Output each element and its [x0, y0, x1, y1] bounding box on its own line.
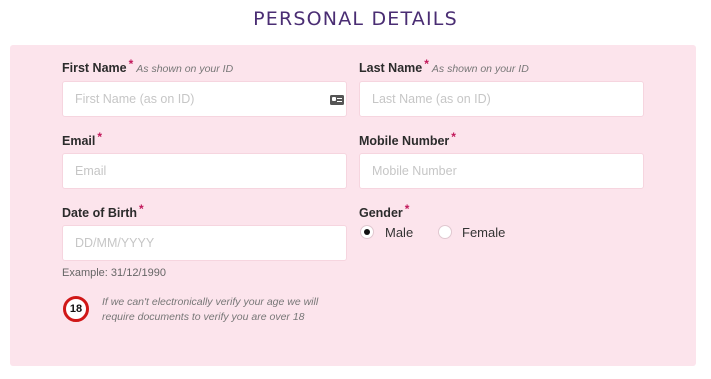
- dob-example: Example: 31/12/1990: [62, 267, 166, 279]
- gender-female-label[interactable]: Female: [462, 225, 505, 240]
- last-name-hint: As shown on your ID: [431, 63, 529, 75]
- required-marker: *: [451, 130, 456, 144]
- mobile-number-input[interactable]: [359, 153, 644, 189]
- first-name-hint: As shown on your ID: [136, 63, 234, 75]
- date-of-birth-input[interactable]: [62, 225, 347, 261]
- required-marker: *: [139, 202, 144, 216]
- personal-details-form: First Name*As shown on your ID Last Name…: [10, 45, 696, 366]
- first-name-label-text: First Name: [62, 61, 127, 75]
- last-name-label-text: Last Name: [359, 61, 423, 75]
- required-marker: *: [97, 130, 103, 144]
- required-marker: *: [404, 202, 410, 216]
- gender-male-radio[interactable]: [360, 225, 374, 239]
- gender-female-radio[interactable]: [438, 225, 452, 239]
- mobile-label-text: Mobile Number: [359, 134, 450, 148]
- last-name-input[interactable]: [359, 81, 644, 117]
- first-name-input[interactable]: [62, 81, 347, 117]
- first-name-label: First Name * As shown on your ID: [62, 57, 234, 75]
- age-18-badge-icon: 18: [63, 296, 89, 322]
- email-label: Email *: [62, 130, 102, 148]
- age-verification-notice: If we can't electronically verify your a…: [102, 296, 319, 323]
- required-marker: *: [424, 57, 429, 71]
- mobile-label: Mobile Number *: [359, 130, 456, 148]
- email-label-text: Email: [62, 134, 96, 148]
- required-marker: *: [128, 57, 134, 71]
- gender-label: Gender *: [359, 202, 409, 220]
- gender-label-text: Gender: [359, 206, 403, 220]
- last-name-label: Last Name * As shown on your ID: [359, 57, 529, 75]
- email-input[interactable]: [62, 153, 347, 189]
- page-title: PERSONAL DETAILS: [253, 8, 458, 30]
- id-card-icon: [330, 95, 344, 105]
- gender-male-label[interactable]: Male: [385, 225, 413, 240]
- dob-label: Date of Birth *: [62, 202, 144, 220]
- dob-label-text: Date of Birth: [62, 206, 137, 220]
